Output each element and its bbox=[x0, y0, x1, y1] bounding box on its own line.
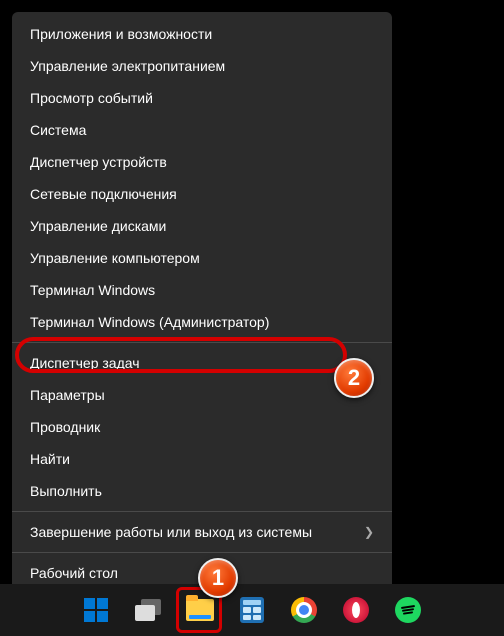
chevron-right-icon: ❯ bbox=[364, 525, 374, 539]
menu-separator bbox=[12, 552, 392, 553]
menu-item-event-viewer[interactable]: Просмотр событий bbox=[12, 82, 392, 114]
menu-item-terminal[interactable]: Терминал Windows bbox=[12, 274, 392, 306]
folder-icon bbox=[186, 599, 214, 621]
menu-item-network-connections[interactable]: Сетевые подключения bbox=[12, 178, 392, 210]
menu-item-file-explorer[interactable]: Проводник bbox=[12, 411, 392, 443]
menu-item-apps-features[interactable]: Приложения и возможности bbox=[12, 18, 392, 50]
menu-item-disk-management[interactable]: Управление дисками bbox=[12, 210, 392, 242]
menu-item-run[interactable]: Выполнить bbox=[12, 475, 392, 507]
task-view-icon bbox=[135, 599, 161, 621]
menu-label: Система bbox=[30, 122, 86, 138]
winx-context-menu: Приложения и возможности Управление элек… bbox=[12, 12, 392, 595]
menu-label: Управление электропитанием bbox=[30, 58, 225, 74]
menu-label: Проводник bbox=[30, 419, 100, 435]
menu-label: Просмотр событий bbox=[30, 90, 153, 106]
spotify-icon bbox=[395, 597, 421, 623]
menu-item-task-manager[interactable]: Диспетчер задач bbox=[12, 347, 392, 379]
menu-label: Терминал Windows (Администратор) bbox=[30, 314, 269, 330]
menu-label: Завершение работы или выход из системы bbox=[30, 524, 312, 540]
opera-button[interactable] bbox=[335, 589, 377, 631]
menu-label: Управление дисками bbox=[30, 218, 166, 234]
calculator-button[interactable] bbox=[231, 589, 273, 631]
menu-label: Выполнить bbox=[30, 483, 102, 499]
menu-label: Управление компьютером bbox=[30, 250, 200, 266]
task-view-button[interactable] bbox=[127, 589, 169, 631]
menu-label: Терминал Windows bbox=[30, 282, 155, 298]
menu-label: Диспетчер задач bbox=[30, 355, 140, 371]
menu-item-terminal-admin[interactable]: Терминал Windows (Администратор) bbox=[12, 306, 392, 338]
menu-item-device-manager[interactable]: Диспетчер устройств bbox=[12, 146, 392, 178]
chrome-button[interactable] bbox=[283, 589, 325, 631]
start-button[interactable] bbox=[75, 589, 117, 631]
menu-item-power-options[interactable]: Управление электропитанием bbox=[12, 50, 392, 82]
spotify-button[interactable] bbox=[387, 589, 429, 631]
menu-item-search[interactable]: Найти bbox=[12, 443, 392, 475]
menu-label: Приложения и возможности bbox=[30, 26, 212, 42]
opera-icon bbox=[343, 597, 369, 623]
menu-item-settings[interactable]: Параметры bbox=[12, 379, 392, 411]
menu-item-shutdown-signout[interactable]: Завершение работы или выход из системы ❯ bbox=[12, 516, 392, 548]
menu-item-system[interactable]: Система bbox=[12, 114, 392, 146]
calculator-icon bbox=[240, 597, 264, 623]
menu-separator bbox=[12, 342, 392, 343]
menu-label: Найти bbox=[30, 451, 70, 467]
menu-label: Параметры bbox=[30, 387, 105, 403]
menu-label: Диспетчер устройств bbox=[30, 154, 167, 170]
menu-separator bbox=[12, 511, 392, 512]
menu-item-computer-management[interactable]: Управление компьютером bbox=[12, 242, 392, 274]
file-explorer-button[interactable] bbox=[179, 589, 221, 631]
chrome-icon bbox=[291, 597, 317, 623]
menu-label: Рабочий стол bbox=[30, 565, 118, 581]
windows-logo-icon bbox=[84, 598, 108, 622]
menu-label: Сетевые подключения bbox=[30, 186, 177, 202]
taskbar bbox=[0, 584, 504, 636]
